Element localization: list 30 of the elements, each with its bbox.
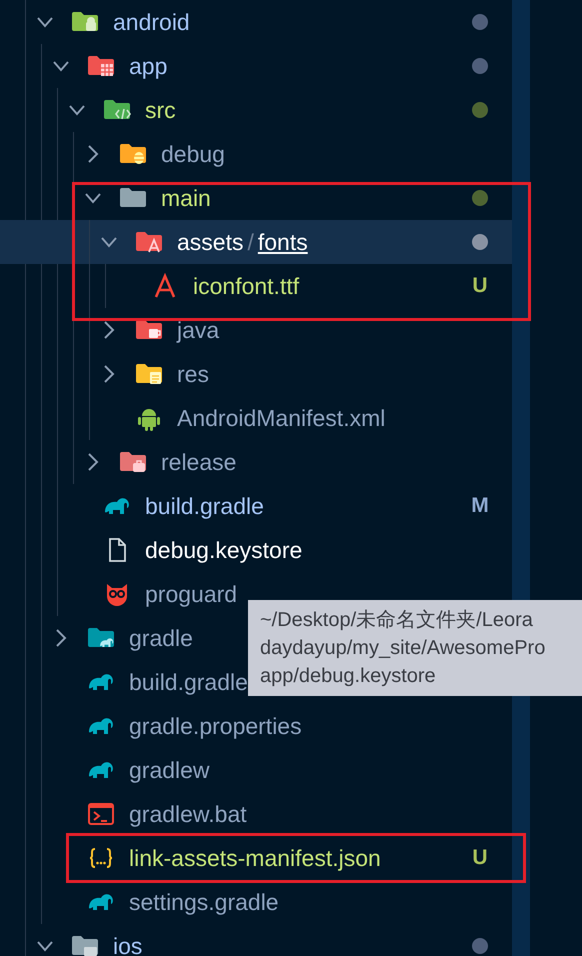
git-status: M xyxy=(470,494,490,518)
file-name: android xyxy=(113,8,190,36)
file-name: AndroidManifest.xml xyxy=(177,404,386,432)
path-separator: / xyxy=(247,228,254,256)
tooltip-text: daydayup/my_site/AwesomePro xyxy=(260,636,546,661)
file-name: iconfont.ttf xyxy=(193,272,300,300)
file-name: gradle xyxy=(129,624,193,652)
file-name: java xyxy=(177,316,220,344)
file-name: src xyxy=(145,96,176,124)
file-name: build.gradle xyxy=(145,492,264,520)
file-name: debug xyxy=(161,140,225,168)
file-name: settings.gradle xyxy=(129,888,279,916)
file-name: gradle.properties xyxy=(129,712,302,740)
file-name: main xyxy=(161,184,211,212)
file-name: ios xyxy=(113,932,142,956)
file-name: link-assets-manifest.json xyxy=(129,844,381,872)
file-name: fonts xyxy=(258,228,308,256)
file-name: gradlew xyxy=(129,756,210,784)
tooltip-text: app/debug.keystore xyxy=(260,664,437,689)
git-status: U xyxy=(471,846,489,870)
file-name: res xyxy=(177,360,209,388)
file-name: app xyxy=(129,52,168,80)
file-name: debug.keystore xyxy=(145,536,302,564)
file-name: release xyxy=(161,448,236,476)
file-name: assets xyxy=(177,228,244,256)
file-name: build.gradle xyxy=(129,668,248,696)
file-name: gradlew.bat xyxy=(129,800,247,828)
git-status: U xyxy=(471,274,489,298)
file-name: proguard xyxy=(145,580,238,608)
tooltip-text: ~/Desktop/未命名文件夹/Leora xyxy=(260,608,534,633)
